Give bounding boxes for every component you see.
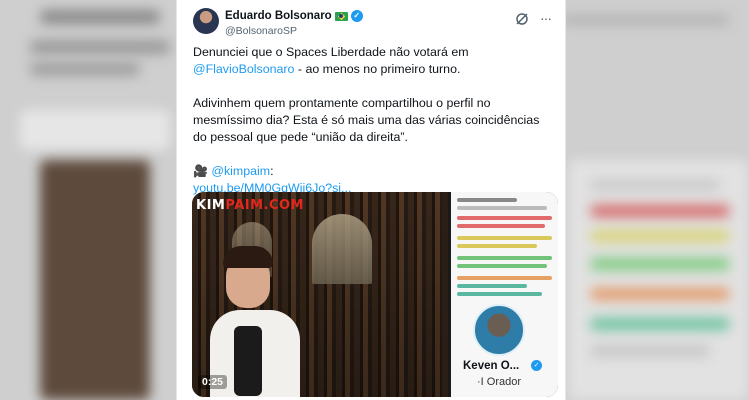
tweet-paragraph-2: Adivinhem quem prontamente compartilhou … bbox=[193, 96, 540, 144]
blur-shape bbox=[590, 345, 710, 357]
tweet-credit: 🎥 @kimpaim: bbox=[193, 163, 553, 180]
tweet-paragraph-1: Denunciei que o Spaces Liberdade não vot… bbox=[193, 44, 553, 78]
blur-shape bbox=[590, 205, 730, 217]
author-name-row[interactable]: Eduardo Bolsonaro ✓ bbox=[225, 10, 363, 22]
screenshot-verified-icon: ✓ bbox=[531, 360, 542, 371]
grok-icon[interactable] bbox=[515, 12, 529, 26]
author-name[interactable]: Eduardo Bolsonaro bbox=[225, 10, 332, 22]
brazil-flag-icon bbox=[334, 11, 348, 21]
screenshot-line bbox=[457, 244, 537, 248]
blur-shape bbox=[590, 230, 730, 242]
credit-mention-link[interactable]: @kimpaim bbox=[211, 164, 270, 178]
verified-icon: ✓ bbox=[350, 10, 363, 22]
avatar[interactable] bbox=[193, 8, 219, 34]
blur-shape bbox=[590, 180, 720, 190]
blur-shape bbox=[20, 110, 170, 150]
tweet-card[interactable]: Eduardo Bolsonaro ✓ @BolsonaroSP ··· Den… bbox=[176, 0, 566, 400]
screenshot-line bbox=[457, 216, 552, 220]
screenshot-line bbox=[457, 256, 552, 260]
screenshot-line bbox=[457, 284, 527, 288]
screenshot-line bbox=[457, 224, 545, 228]
speaker-hair bbox=[223, 246, 273, 268]
tweet-header: Eduardo Bolsonaro ✓ @BolsonaroSP ··· bbox=[193, 6, 552, 40]
screenshot-avatar bbox=[473, 304, 525, 356]
tweet-text: Denunciei que o Spaces Liberdade não vot… bbox=[193, 44, 553, 197]
tweet-text-part: - ao menos no primeiro turno. bbox=[294, 62, 461, 76]
screenshot-line bbox=[457, 236, 552, 240]
logo-text-red: PAIM.COM bbox=[225, 198, 304, 213]
blur-shape bbox=[40, 160, 150, 400]
tweet-text-part: Denunciei que o Spaces Liberdade não vot… bbox=[193, 45, 469, 59]
video-frame: KIMPAIM.COM 0:25 bbox=[192, 192, 442, 397]
logo-text-white: KIM bbox=[196, 198, 226, 213]
speaker-figure bbox=[210, 242, 300, 397]
blur-shape bbox=[30, 40, 170, 54]
camera-icon: 🎥 bbox=[193, 164, 208, 178]
author-handle[interactable]: @BolsonaroSP bbox=[225, 25, 297, 37]
screenshot-line bbox=[457, 276, 552, 280]
library-window bbox=[312, 214, 372, 284]
channel-logo: KIMPAIM.COM bbox=[196, 198, 304, 213]
more-icon[interactable]: ··· bbox=[540, 10, 552, 26]
mention-link[interactable]: @FlavioBolsonaro bbox=[193, 62, 294, 76]
blur-shape bbox=[40, 10, 160, 24]
screenshot-line bbox=[457, 198, 517, 202]
video-timestamp: 0:25 bbox=[198, 375, 228, 389]
embedded-screenshot: Keven O... ✓ ·I Orador bbox=[448, 192, 558, 397]
blur-shape bbox=[590, 288, 730, 300]
screenshot-line bbox=[457, 292, 542, 296]
credit-suffix: : bbox=[270, 164, 274, 178]
screenshot-name: Keven O... bbox=[463, 360, 520, 372]
screenshot-line bbox=[457, 206, 547, 210]
blur-shape bbox=[30, 62, 140, 76]
blur-shape bbox=[568, 160, 749, 400]
video-media[interactable]: KIMPAIM.COM 0:25 Keven O... ✓ ·I Orador bbox=[192, 192, 558, 397]
screenshot-role: ·I Orador bbox=[477, 376, 522, 388]
screenshot-line bbox=[457, 264, 547, 268]
blur-shape bbox=[560, 15, 730, 25]
blur-shape bbox=[590, 318, 730, 330]
blur-shape bbox=[590, 258, 730, 270]
microphone bbox=[234, 326, 262, 396]
